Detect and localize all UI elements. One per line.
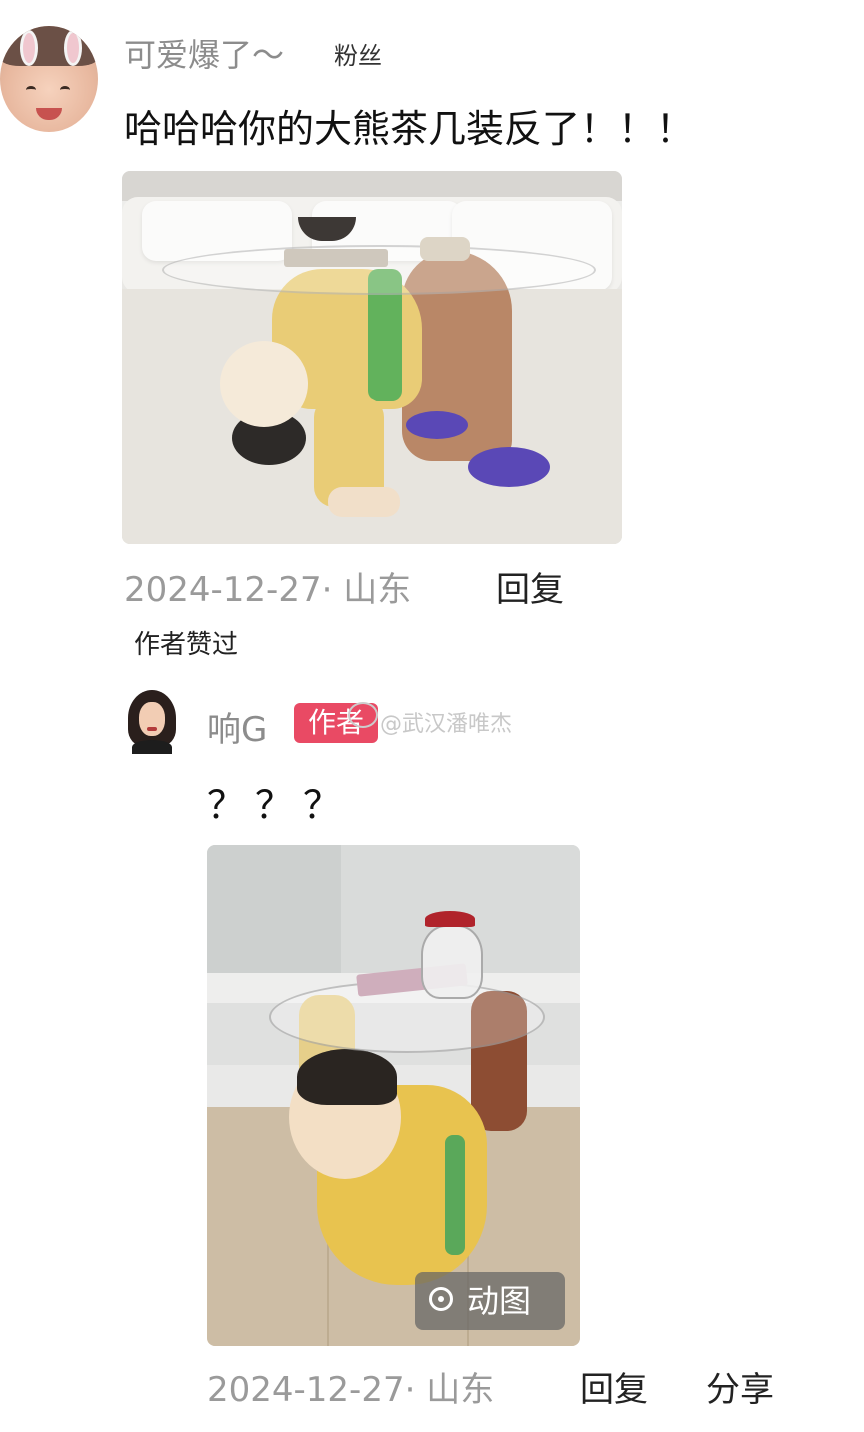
avatar-hair: [0, 26, 98, 66]
img-stripe: [445, 1135, 465, 1255]
img-head: [220, 341, 308, 427]
avatar-eye: [60, 86, 70, 94]
comment-gif[interactable]: [207, 845, 580, 1346]
reply-button[interactable]: 回复: [580, 1362, 648, 1411]
comment-text: 哈哈哈你的大熊茶几装反了！！！: [124, 107, 695, 151]
bunny-ear-icon: [20, 30, 38, 66]
img-shoe: [406, 411, 468, 439]
comment-text: ？？？: [207, 783, 352, 827]
img-teapot: [421, 925, 483, 999]
watermark-text: @武汉潘唯杰: [380, 712, 513, 737]
img-books: [284, 249, 388, 267]
avatar[interactable]: [124, 690, 180, 754]
gif-icon: [429, 1287, 453, 1311]
bunny-ear-icon: [64, 30, 82, 66]
img-hand: [328, 487, 400, 517]
img-glass-top: [269, 981, 545, 1053]
img-teapot-lid: [425, 911, 475, 927]
comment-timestamp: 2024-12-27· 山东: [207, 1370, 495, 1410]
avatar-shirt: [132, 740, 172, 754]
img-shoe: [468, 447, 550, 487]
username[interactable]: 响G: [207, 702, 267, 751]
reply-button[interactable]: 回复: [496, 562, 564, 611]
avatar[interactable]: [0, 26, 98, 132]
share-button[interactable]: 分享: [706, 1362, 774, 1411]
gif-badge: 动图: [415, 1272, 565, 1330]
author-liked-label: 作者赞过: [134, 630, 239, 660]
username[interactable]: 可爱爆了～: [124, 30, 284, 76]
avatar-mouth: [36, 108, 62, 120]
img-cup: [420, 237, 470, 261]
weibo-watermark-icon: [348, 702, 378, 728]
img-hair: [297, 1049, 397, 1105]
img-wall: [207, 845, 341, 975]
comment-timestamp: 2024-12-27· 山东: [124, 570, 412, 610]
fan-badge: 粉丝: [334, 42, 382, 70]
gif-label: 动图: [467, 1282, 532, 1320]
avatar-eye: [26, 86, 36, 94]
avatar-lips: [147, 727, 157, 731]
comment-image[interactable]: [122, 171, 622, 544]
